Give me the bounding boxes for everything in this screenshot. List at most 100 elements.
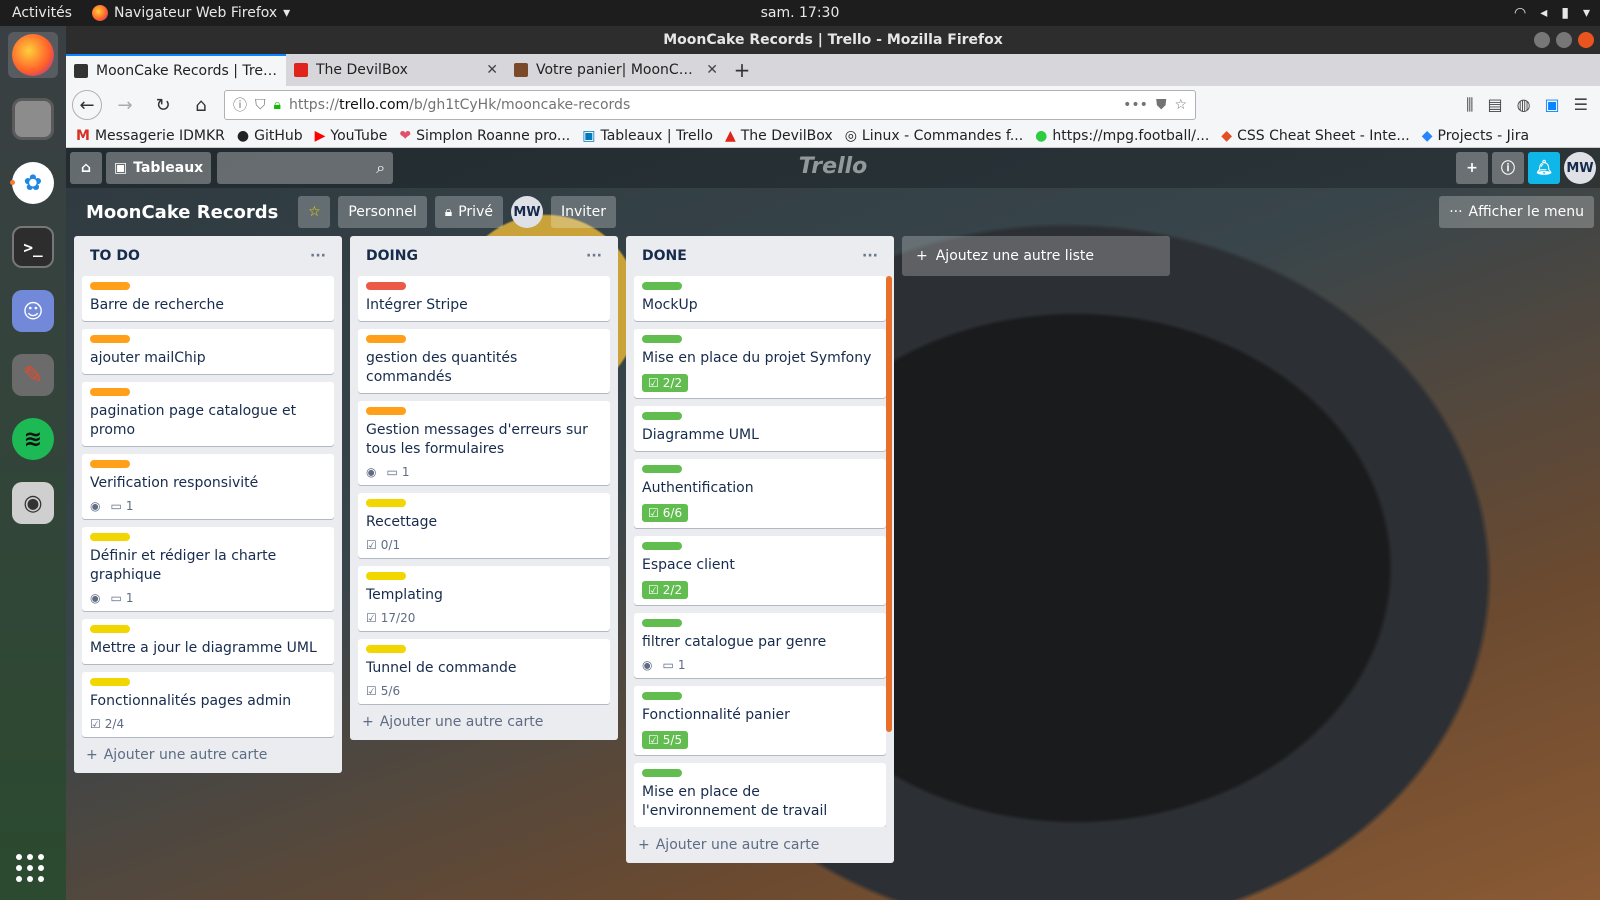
team-button[interactable]: Personnel <box>338 196 427 228</box>
search-input[interactable]: ⌕ <box>217 152 394 184</box>
library-icon[interactable]: ⫼ <box>1466 95 1473 115</box>
new-tab-button[interactable]: + <box>726 54 758 86</box>
close-icon[interactable]: ✕ <box>486 62 498 78</box>
bookmark-youtube[interactable]: ▶ YouTube <box>315 128 388 144</box>
bookmark-github[interactable]: ● GitHub <box>237 128 303 144</box>
list-header[interactable]: DOING ··· <box>358 236 610 276</box>
url-text[interactable]: https://trello.com/b/gh1tCyHk/mooncake-r… <box>289 97 1115 113</box>
invite-button[interactable]: Inviter <box>550 196 617 228</box>
info-icon[interactable]: ⓘ <box>233 95 247 115</box>
card[interactable]: Fonctionnalité panier ☑ 5/5 <box>634 686 886 755</box>
account-icon[interactable]: ◍ <box>1517 95 1531 115</box>
page-actions-icon[interactable]: ••• <box>1123 97 1148 113</box>
card[interactable]: Mise en place du projet Symfony ☑ 2/2 <box>634 329 886 398</box>
tab-mooncake-trello[interactable]: MoonCake Records | Trello <box>66 54 286 86</box>
card[interactable]: Gestion messages d'erreurs sur tous les … <box>358 401 610 485</box>
home-button[interactable]: ⌂ <box>186 90 216 120</box>
card[interactable]: Mettre a jour le diagramme UML <box>82 619 334 664</box>
list-menu-icon[interactable]: ··· <box>862 248 878 264</box>
dock-firefox[interactable] <box>8 32 58 78</box>
bookmark-trello[interactable]: ▣ Tableaux | Trello <box>582 128 713 144</box>
boards-button[interactable]: ▣ Tableaux <box>106 152 212 184</box>
shield-icon[interactable]: ⛉ <box>255 97 266 113</box>
card[interactable]: Intégrer Stripe <box>358 276 610 321</box>
dock-spotify[interactable]: ≋ <box>8 416 58 462</box>
card[interactable]: ajouter mailChip <box>82 329 334 374</box>
bookmark-messagerie[interactable]: M Messagerie IDMKR <box>76 128 225 144</box>
card[interactable]: filtrer catalogue par genre ◉ ▭ 1 <box>634 613 886 678</box>
card[interactable]: MockUp <box>634 276 886 321</box>
maximize-button[interactable] <box>1556 32 1572 48</box>
card[interactable]: Recettage ☑ 0/1 <box>358 493 610 558</box>
tab-votre-panier[interactable]: Votre panier| MoonCake ✕ <box>506 54 726 86</box>
app-menu[interactable]: Navigateur Web Firefox ▾ <box>84 5 290 21</box>
show-menu-button[interactable]: ··· Afficher le menu <box>1439 196 1594 228</box>
card-badges: ☑ 6/6 <box>642 504 878 522</box>
member-avatar[interactable]: MW <box>510 196 543 228</box>
card-label <box>90 282 130 290</box>
activities-button[interactable]: Activités <box>0 5 84 21</box>
bookmark-star-icon[interactable]: ☆ <box>1174 97 1187 113</box>
card[interactable]: Verification responsivité ◉ ▭ 1 <box>82 454 334 519</box>
list-title[interactable]: DONE <box>642 248 687 264</box>
dock-app-blue[interactable]: ✿ <box>8 160 58 206</box>
list-header[interactable]: TO DO ··· <box>82 236 334 276</box>
info-button[interactable]: ⓘ <box>1492 152 1524 184</box>
clock[interactable]: sam. 17:30 <box>761 5 840 21</box>
bookmark-jira[interactable]: ◆ Projects - Jira <box>1422 128 1529 144</box>
list-menu-icon[interactable]: ··· <box>586 248 602 264</box>
card[interactable]: gestion des quantités commandés <box>358 329 610 393</box>
dock-settings[interactable]: ✎ <box>8 352 58 398</box>
card[interactable]: Templating ☑ 17/20 <box>358 566 610 631</box>
tab-devilbox[interactable]: The DevilBox ✕ <box>286 54 506 86</box>
notifications-button[interactable]: 🔔︎ <box>1528 152 1560 184</box>
pocket-icon[interactable]: ⛊ <box>1156 97 1167 113</box>
avatar[interactable]: MW <box>1564 152 1596 184</box>
bookmark-mpg[interactable]: ● https://mpg.football/... <box>1035 128 1209 144</box>
dock-files[interactable] <box>8 96 58 142</box>
bookmark-devilbox[interactable]: ▲ The DevilBox <box>725 128 833 144</box>
visibility-button[interactable]: 🔒︎ Privé <box>434 196 503 228</box>
add-card-button[interactable]: + Ajouter une autre carte <box>82 737 334 765</box>
bookmark-css-cheat[interactable]: ◆ CSS Cheat Sheet - Inte... <box>1221 128 1409 144</box>
list-title[interactable]: DOING <box>366 248 418 264</box>
card[interactable]: Tunnel de commande ☑ 5/6 <box>358 639 610 704</box>
card[interactable]: Authentification ☑ 6/6 <box>634 459 886 528</box>
dock-camera[interactable]: ◉ <box>8 480 58 526</box>
lock-icon[interactable]: 🔒︎ <box>274 97 281 113</box>
card[interactable]: Diagramme UML <box>634 406 886 451</box>
list-scrollbar[interactable] <box>886 276 892 732</box>
bookmark-simplon[interactable]: ❤ Simplon Roanne pro... <box>399 128 570 144</box>
list-menu-icon[interactable]: ··· <box>310 248 326 264</box>
card[interactable]: Définir et rédiger la charte graphique ◉ ▭… <box>82 527 334 611</box>
url-bar[interactable]: ⓘ ⛉ 🔒︎ https://trello.com/b/gh1tCyHk/moo… <box>224 90 1196 120</box>
minimize-button[interactable] <box>1534 32 1550 48</box>
card[interactable]: Fonctionnalités pages admin ☑ 2/4 <box>82 672 334 737</box>
board-title[interactable]: MoonCake Records <box>74 202 290 223</box>
home-button[interactable]: ⌂ <box>70 152 102 184</box>
close-icon[interactable]: ✕ <box>706 62 718 78</box>
hamburger-menu-icon[interactable]: ☰ <box>1574 95 1588 115</box>
list-title[interactable]: TO DO <box>90 248 140 264</box>
add-list-button[interactable]: + Ajoutez une autre liste <box>902 236 1170 276</box>
back-button[interactable]: ← <box>72 90 102 120</box>
create-button[interactable]: + <box>1456 152 1488 184</box>
card[interactable]: Mise en place de l'environnement de trav… <box>634 763 886 827</box>
reload-button[interactable]: ↻ <box>148 90 178 120</box>
sidebar-icon[interactable]: ▤ <box>1487 95 1502 115</box>
list-header[interactable]: DONE ··· <box>634 236 886 276</box>
system-tray[interactable]: ◠ ◂ ▮ ▾ <box>1514 0 1590 26</box>
card[interactable]: Espace client ☑ 2/2 <box>634 536 886 605</box>
extension-icon[interactable]: ▣ <box>1545 95 1560 115</box>
star-button[interactable]: ☆ <box>298 196 331 228</box>
add-card-button[interactable]: + Ajouter une autre carte <box>634 827 886 855</box>
dock-terminal[interactable]: >_ <box>8 224 58 270</box>
add-card-button[interactable]: + Ajouter une autre carte <box>358 704 610 732</box>
close-window-button[interactable] <box>1578 32 1594 48</box>
bookmark-linux[interactable]: ◎ Linux - Commandes f... <box>845 128 1023 144</box>
dock-discord[interactable]: ☺ <box>8 288 58 334</box>
forward-button[interactable]: → <box>110 90 140 120</box>
card[interactable]: Barre de recherche <box>82 276 334 321</box>
show-applications-icon[interactable] <box>16 854 44 882</box>
card[interactable]: pagination page catalogue et promo <box>82 382 334 446</box>
